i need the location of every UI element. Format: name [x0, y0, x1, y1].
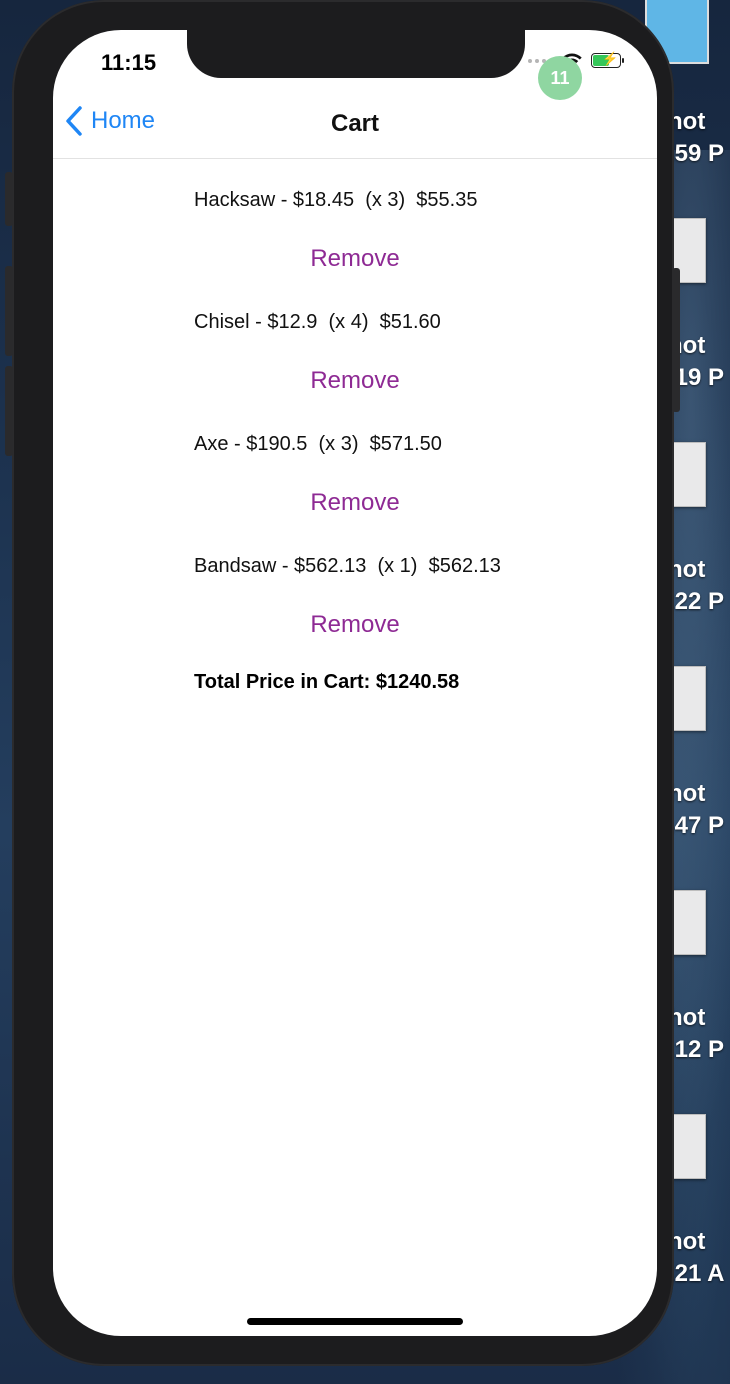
notch [187, 30, 525, 78]
cart-item: Bandsaw - $562.13 (x 1) $562.13 Remove [194, 554, 614, 639]
desktop-file-thumbnail[interactable] [671, 1114, 706, 1179]
desktop-file-thumbnail[interactable] [671, 666, 706, 731]
remove-button[interactable]: Remove [194, 489, 516, 517]
status-time: 11:15 [101, 50, 157, 75]
cart-list: Hacksaw - $18.45 (x 3) $55.35 Remove Chi… [194, 188, 614, 694]
volume-down-button [5, 366, 13, 456]
power-button [672, 268, 680, 412]
desktop-file-label[interactable]: hot .12 P [668, 1002, 724, 1066]
page-title: Cart [330, 110, 379, 137]
desktop-file-label[interactable]: hot .47 P [668, 778, 724, 842]
desktop-file-label[interactable]: hot .59 P [668, 106, 724, 170]
cart-item-text: Hacksaw - $18.45 (x 3) $55.35 [194, 189, 478, 211]
remove-button[interactable]: Remove [194, 611, 516, 639]
remove-button[interactable]: Remove [194, 245, 516, 273]
desktop-file-label[interactable]: hot .21 A [668, 1226, 724, 1290]
desktop-file-thumbnail[interactable] [671, 442, 706, 507]
cart-count-badge: 11 [538, 56, 582, 100]
cart-item-text: Bandsaw - $562.13 (x 1) $562.13 [194, 555, 501, 577]
cart-item-text: Chisel - $12.9 (x 4) $51.60 [194, 311, 441, 333]
home-indicator[interactable] [247, 1318, 463, 1325]
cart-total: Total Price in Cart: $1240.58 [194, 671, 460, 693]
remove-button[interactable]: Remove [194, 367, 516, 395]
volume-up-button [5, 266, 13, 356]
cart-item: Hacksaw - $18.45 (x 3) $55.35 Remove [194, 188, 614, 273]
cart-item: Axe - $190.5 (x 3) $571.50 Remove [194, 432, 614, 517]
cart-item-text: Axe - $190.5 (x 3) $571.50 [194, 433, 442, 455]
desktop-file-thumbnail[interactable] [671, 890, 706, 955]
cart-item: Chisel - $12.9 (x 4) $51.60 Remove [194, 310, 614, 395]
app-screen: 11:15 ⚡ Home Cart Hacksaw - $18.45 (x 3)… [53, 30, 657, 1336]
phone-frame: 11:15 ⚡ Home Cart Hacksaw - $18.45 (x 3)… [5, 0, 680, 1366]
battery-icon: ⚡ [591, 51, 624, 68]
desktop-file-label[interactable]: hot .22 P [668, 554, 724, 618]
navigation-bar: Home Cart [53, 90, 657, 159]
mute-switch [5, 172, 13, 226]
